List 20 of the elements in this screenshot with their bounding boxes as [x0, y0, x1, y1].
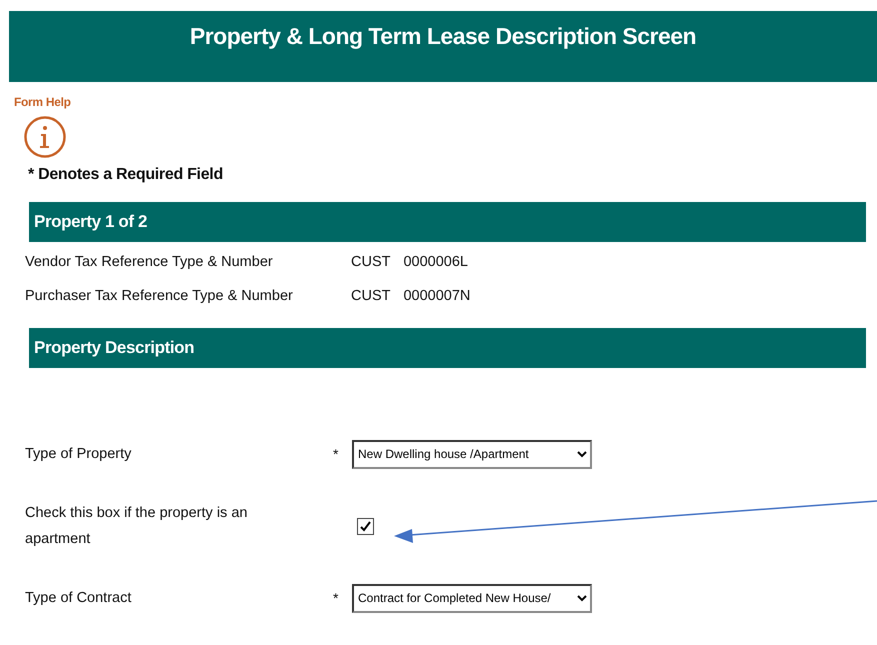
reference-type: CUST	[351, 254, 390, 270]
reference-number: 0000006L	[403, 254, 468, 270]
dropdown-field[interactable]: New Dwelling house /Apartment	[352, 440, 592, 468]
required-marker: *	[333, 590, 338, 606]
field-label: Type of Contract	[25, 589, 132, 608]
screen-title: Property & Long Term Lease Description Screen	[190, 23, 696, 50]
section-header: Property Description	[29, 328, 866, 368]
field-label: Vendor Tax Reference Type & Number	[25, 254, 274, 270]
required-note: * Denotes a Required Field	[28, 166, 223, 184]
reference-type: CUST	[351, 288, 390, 304]
required-marker: *	[333, 446, 338, 462]
field-label: Type of Property	[25, 445, 132, 464]
dropdown-field[interactable]: Contract for Completed New House/	[352, 584, 592, 612]
form-help-link[interactable]: Form Help	[14, 95, 71, 109]
reference-number: 0000007N	[403, 288, 470, 304]
section-header: Property 1 of 2	[29, 202, 866, 242]
info-icon[interactable]	[24, 116, 66, 158]
field-label: Check this box if the property is an apartment	[25, 504, 248, 549]
checkbox[interactable]	[357, 518, 374, 534]
field-label: Purchaser Tax Reference Type & Number	[25, 288, 294, 304]
